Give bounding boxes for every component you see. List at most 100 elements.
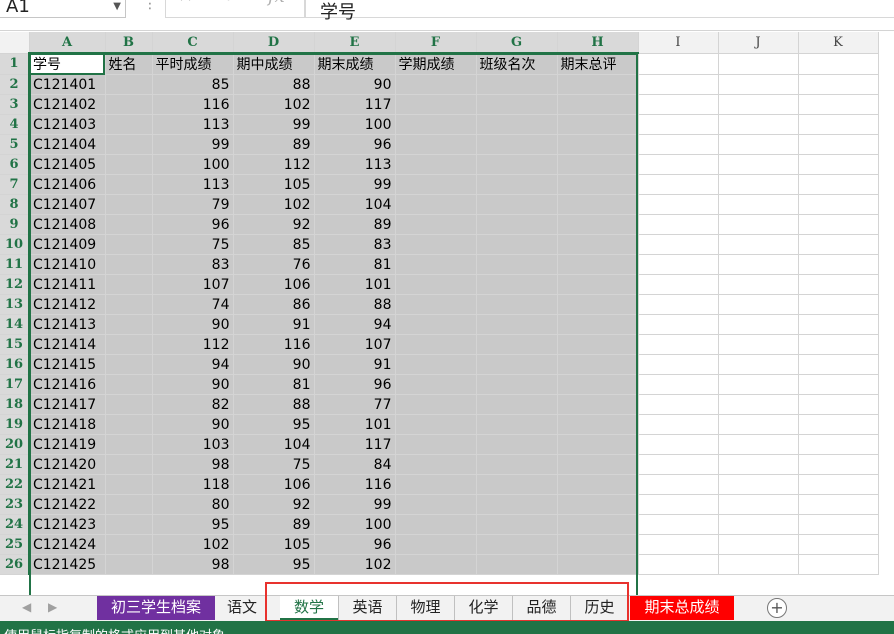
cell-k20[interactable] — [798, 434, 879, 455]
column-header-g[interactable]: G — [476, 32, 558, 54]
cell-h1[interactable]: 期末总评 — [557, 53, 639, 75]
cell-k3[interactable] — [798, 94, 879, 115]
column-header-e[interactable]: E — [314, 32, 396, 54]
cell-j13[interactable] — [718, 294, 799, 315]
cell-h22[interactable] — [557, 474, 639, 495]
row-header[interactable]: 11 — [0, 254, 30, 275]
row-header[interactable]: 17 — [0, 374, 30, 395]
cell-b10[interactable] — [105, 234, 153, 255]
cell-f23[interactable] — [395, 494, 477, 515]
cell-h16[interactable] — [557, 354, 639, 375]
cell-f5[interactable] — [395, 134, 477, 155]
cell-f3[interactable] — [395, 94, 477, 115]
cell-d7[interactable]: 105 — [233, 174, 315, 195]
cell-a9[interactable]: C121408 — [29, 214, 106, 235]
cell-f14[interactable] — [395, 314, 477, 335]
cell-k4[interactable] — [798, 114, 879, 135]
cell-c19[interactable]: 90 — [152, 414, 234, 435]
row-header[interactable]: 22 — [0, 474, 30, 495]
cell-e5[interactable]: 96 — [314, 134, 396, 155]
fx-icon[interactable]: fx — [268, 0, 285, 7]
cell-j8[interactable] — [718, 194, 799, 215]
cell-h24[interactable] — [557, 514, 639, 535]
cell-d5[interactable]: 89 — [233, 134, 315, 155]
cell-g7[interactable] — [476, 174, 558, 195]
cell-i4[interactable] — [638, 114, 719, 135]
cell-a4[interactable]: C121403 — [29, 114, 106, 135]
x-icon[interactable]: ✕ — [178, 0, 193, 7]
cell-d17[interactable]: 81 — [233, 374, 315, 395]
cell-a26[interactable]: C121425 — [29, 554, 106, 575]
cell-j20[interactable] — [718, 434, 799, 455]
cell-a22[interactable]: C121421 — [29, 474, 106, 495]
cell-e3[interactable]: 117 — [314, 94, 396, 115]
row-header[interactable]: 12 — [0, 274, 30, 295]
cell-e4[interactable]: 100 — [314, 114, 396, 135]
cell-a17[interactable]: C121416 — [29, 374, 106, 395]
cell-g4[interactable] — [476, 114, 558, 135]
cell-k6[interactable] — [798, 154, 879, 175]
cell-h6[interactable] — [557, 154, 639, 175]
row-header[interactable]: 3 — [0, 94, 30, 115]
cell-f12[interactable] — [395, 274, 477, 295]
cell-f21[interactable] — [395, 454, 477, 475]
tab-next-icon[interactable]: ▶ — [48, 600, 57, 614]
sheet-tab-3[interactable]: 英语 — [338, 596, 396, 620]
cell-k2[interactable] — [798, 74, 879, 95]
cell-d24[interactable]: 89 — [233, 514, 315, 535]
cell-b17[interactable] — [105, 374, 153, 395]
cell-k7[interactable] — [798, 174, 879, 195]
cell-k11[interactable] — [798, 254, 879, 275]
cell-i13[interactable] — [638, 294, 719, 315]
cell-g24[interactable] — [476, 514, 558, 535]
cell-b15[interactable] — [105, 334, 153, 355]
cell-d4[interactable]: 99 — [233, 114, 315, 135]
cell-e8[interactable]: 104 — [314, 194, 396, 215]
cell-i14[interactable] — [638, 314, 719, 335]
cell-d26[interactable]: 95 — [233, 554, 315, 575]
cell-f4[interactable] — [395, 114, 477, 135]
cell-j19[interactable] — [718, 414, 799, 435]
cell-i7[interactable] — [638, 174, 719, 195]
select-all-corner[interactable] — [0, 32, 30, 54]
cell-f7[interactable] — [395, 174, 477, 195]
sheet-table[interactable]: ABCDEFGHIJK 1 学号 姓名 平时成绩 期中成绩 期末成绩 学期成绩 班级名次 期末总… — [0, 32, 879, 575]
cell-k8[interactable] — [798, 194, 879, 215]
cell-i18[interactable] — [638, 394, 719, 415]
cell-h3[interactable] — [557, 94, 639, 115]
cell-b7[interactable] — [105, 174, 153, 195]
cell-h17[interactable] — [557, 374, 639, 395]
cell-e24[interactable]: 100 — [314, 514, 396, 535]
cell-c8[interactable]: 79 — [152, 194, 234, 215]
cell-j24[interactable] — [718, 514, 799, 535]
cell-h4[interactable] — [557, 114, 639, 135]
cell-h8[interactable] — [557, 194, 639, 215]
cell-j7[interactable] — [718, 174, 799, 195]
cell-g12[interactable] — [476, 274, 558, 295]
cell-f19[interactable] — [395, 414, 477, 435]
cell-h21[interactable] — [557, 454, 639, 475]
cell-g25[interactable] — [476, 534, 558, 555]
cell-a12[interactable]: C121411 — [29, 274, 106, 295]
cell-g15[interactable] — [476, 334, 558, 355]
sheet-tab-6[interactable]: 品德 — [512, 596, 570, 620]
cell-f8[interactable] — [395, 194, 477, 215]
cell-c1[interactable]: 平时成绩 — [152, 53, 234, 75]
cell-i24[interactable] — [638, 514, 719, 535]
column-header-b[interactable]: B — [105, 32, 153, 54]
cell-c23[interactable]: 80 — [152, 494, 234, 515]
cell-h20[interactable] — [557, 434, 639, 455]
cell-e12[interactable]: 101 — [314, 274, 396, 295]
cell-c24[interactable]: 95 — [152, 514, 234, 535]
cell-c3[interactable]: 116 — [152, 94, 234, 115]
cell-b4[interactable] — [105, 114, 153, 135]
cell-a13[interactable]: C121412 — [29, 294, 106, 315]
cell-k22[interactable] — [798, 474, 879, 495]
cell-b3[interactable] — [105, 94, 153, 115]
cell-j1[interactable] — [718, 53, 799, 75]
cell-j3[interactable] — [718, 94, 799, 115]
cell-i17[interactable] — [638, 374, 719, 395]
sheet-tab-2[interactable]: 数学 — [280, 596, 338, 620]
cell-b12[interactable] — [105, 274, 153, 295]
cell-e25[interactable]: 96 — [314, 534, 396, 555]
